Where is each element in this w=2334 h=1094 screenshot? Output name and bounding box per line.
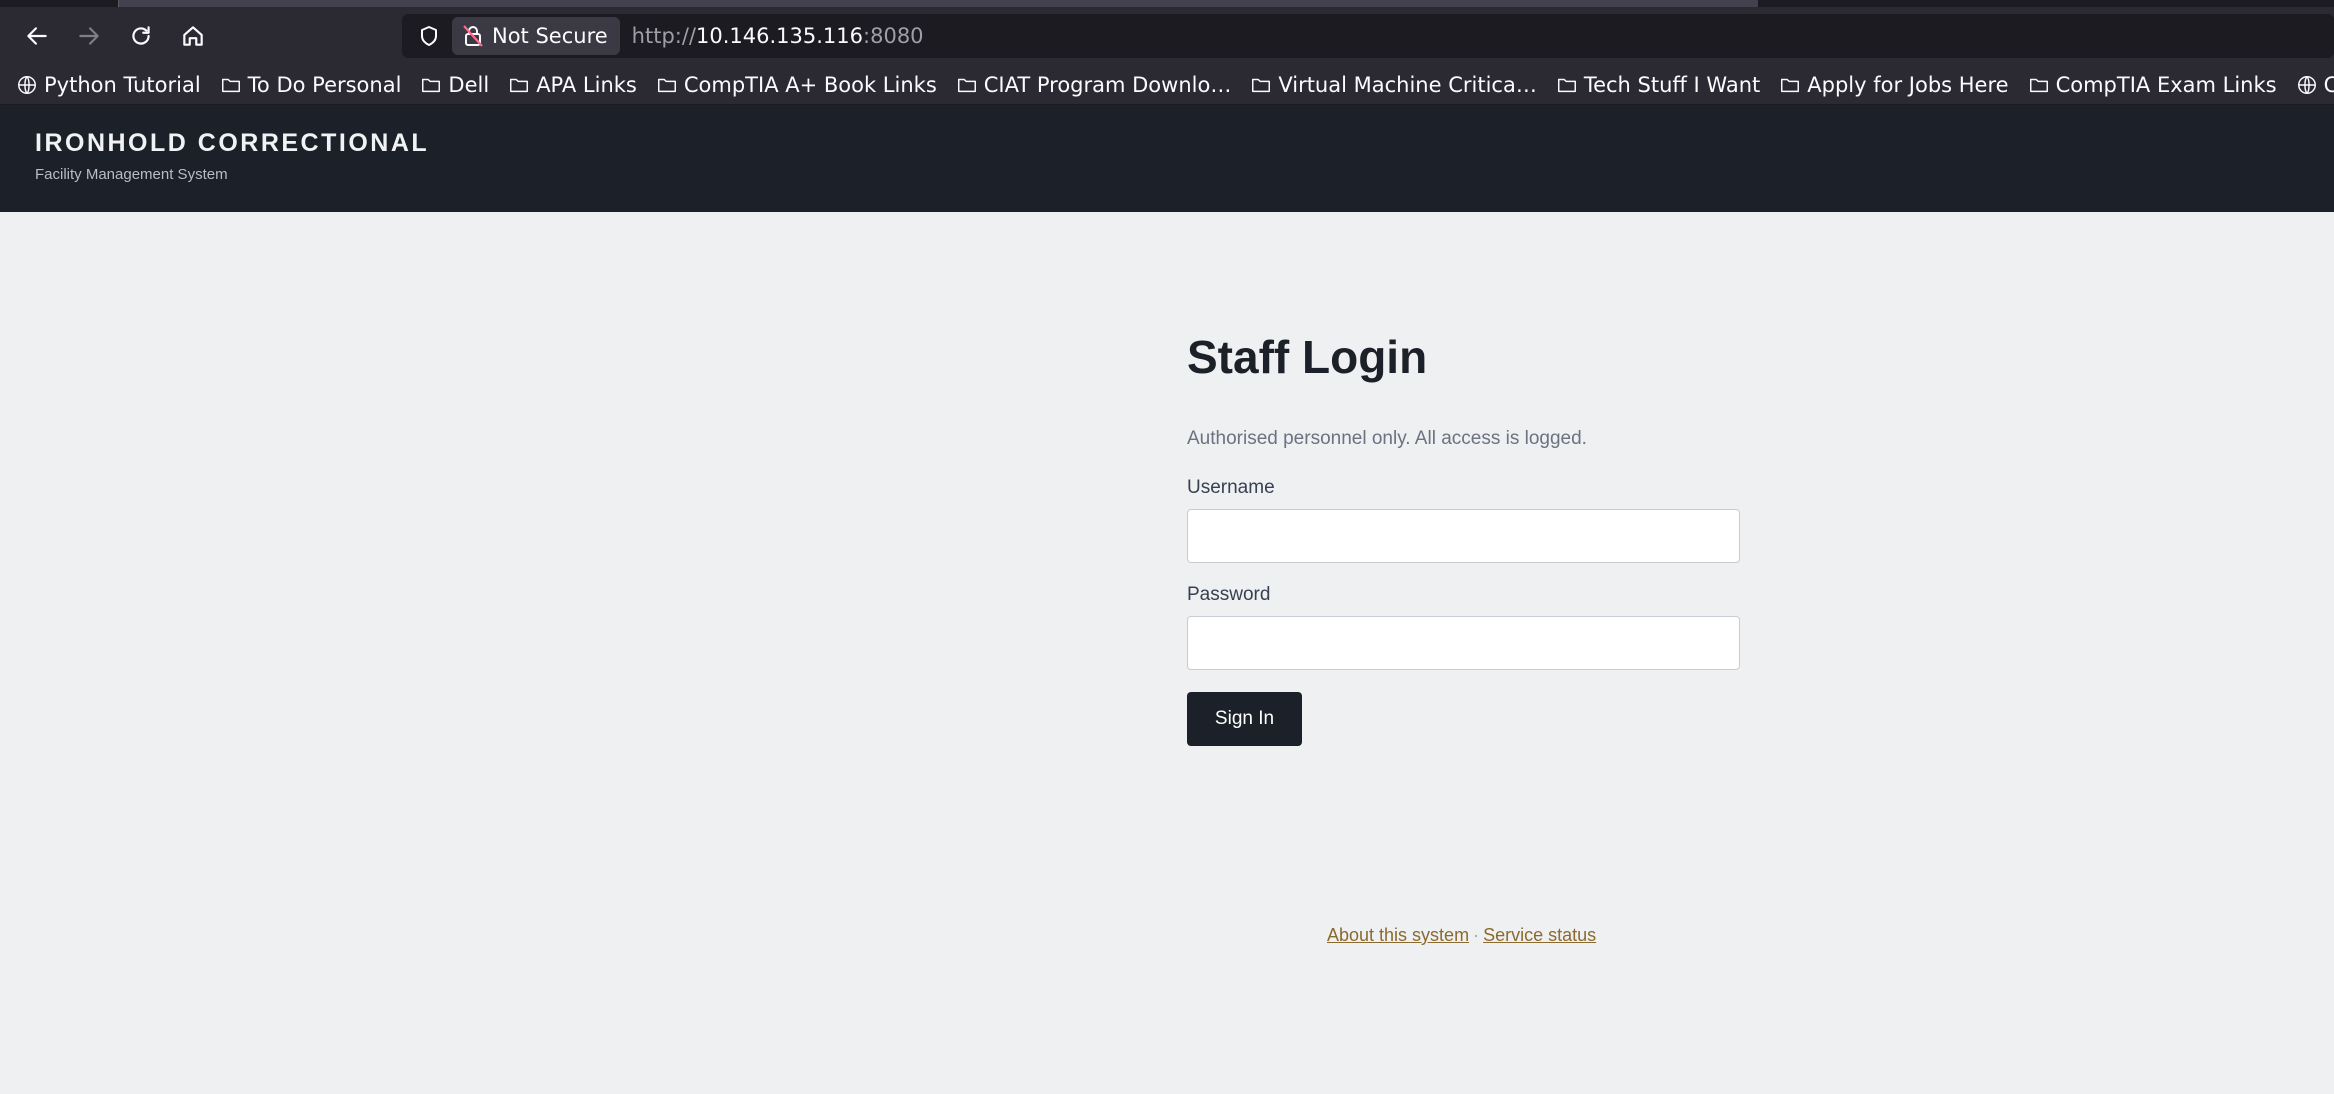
service-status-link[interactable]: Service status (1483, 925, 1596, 945)
bookmark-label: APA Links (536, 72, 637, 97)
reload-button[interactable] (118, 13, 164, 59)
bookmarks-toolbar: Python Tutorial To Do Personal Dell APA … (0, 65, 2334, 105)
folder-icon (957, 78, 976, 92)
tab-strip (0, 0, 2334, 7)
folder-icon (1781, 78, 1800, 92)
forward-arrow-icon (79, 27, 99, 45)
back-arrow-icon (27, 27, 47, 45)
bookmark-label: CSAC - Student I (2324, 73, 2334, 97)
page-content: Staff Login Authorised personnel only. A… (0, 212, 2334, 1094)
tracking-protection-button[interactable] (414, 21, 444, 51)
password-label: Password (1187, 584, 1271, 605)
page-title: Staff Login (1187, 331, 1428, 383)
url-port: :8080 (863, 24, 924, 48)
url-scheme: http:// (631, 24, 697, 48)
bookmark-label: Virtual Machine Critica… (1278, 72, 1537, 97)
bookmark-label: To Do Personal (247, 72, 402, 97)
bookmark-python-tutorial[interactable]: Python Tutorial (16, 73, 201, 97)
forward-button[interactable] (66, 13, 112, 59)
home-icon (183, 26, 203, 46)
bookmark-comptia-exam-links[interactable]: CompTIA Exam Links (2028, 73, 2277, 97)
globe-icon (18, 75, 36, 94)
bookmark-label: Dell (448, 72, 490, 97)
bookmark-apa-links[interactable]: APA Links (508, 73, 637, 97)
bookmark-csac-student[interactable]: CSAC - Student I (2296, 73, 2334, 97)
active-tab[interactable] (118, 0, 1758, 7)
not-secure-label: Not Secure (492, 24, 608, 48)
bookmark-label: Python Tutorial (44, 72, 201, 97)
reload-icon (132, 26, 150, 45)
password-input[interactable] (1187, 616, 1740, 670)
username-label: Username (1187, 477, 1275, 498)
bookmark-label: CIAT Program Downlo… (983, 72, 1232, 97)
access-notice: Authorised personnel only. All access is… (1187, 428, 1587, 449)
bookmark-comptia-a-book-links[interactable]: CompTIA A+ Book Links (656, 73, 937, 97)
folder-icon (2029, 78, 2048, 92)
brand-title: IRONHOLD CORRECTIONAL (35, 129, 430, 157)
username-input[interactable] (1187, 509, 1740, 563)
browser-chrome: Not Secure http://10.146.135.116:8080 Py… (0, 0, 2334, 105)
folder-icon (510, 78, 529, 92)
bookmark-ciat-program-downloads[interactable]: CIAT Program Downlo… (956, 72, 1232, 97)
bookmark-label: Tech Stuff I Want (1583, 72, 1761, 97)
bookmark-apply-for-jobs-here[interactable]: Apply for Jobs Here (1779, 72, 2009, 97)
site-header: IRONHOLD CORRECTIONAL Facility Managemen… (0, 105, 2334, 212)
folder-icon (1557, 78, 1576, 92)
folder-icon (1252, 78, 1271, 92)
folder-icon (422, 78, 441, 92)
folder-icon (221, 78, 240, 92)
brand-subtitle: Facility Management System (35, 166, 228, 183)
back-button[interactable] (14, 13, 60, 59)
insecure-lock-icon (463, 25, 483, 47)
footer-separator: · (1473, 925, 1480, 945)
site-security-indicator[interactable]: Not Secure (452, 17, 620, 55)
bookmark-to-do-personal[interactable]: To Do Personal (220, 72, 402, 97)
bookmark-dell[interactable]: Dell (420, 73, 489, 97)
shield-icon (421, 26, 437, 46)
bookmark-label: CompTIA A+ Book Links (683, 72, 937, 97)
folder-icon (657, 78, 676, 92)
bookmark-label: Apply for Jobs Here (1807, 72, 2009, 97)
login-form: Staff Login Authorised personnel only. A… (1187, 330, 1740, 746)
home-button[interactable] (170, 13, 216, 59)
about-system-link[interactable]: About this system (1327, 925, 1469, 945)
url-host: 10.146.135.116 (696, 24, 864, 48)
bookmark-virtual-machine-critical[interactable]: Virtual Machine Critica… (1250, 73, 1537, 97)
footer-links: About this system · Service status (1327, 925, 1596, 946)
browser-toolbar: Not Secure http://10.146.135.116:8080 (0, 7, 2334, 65)
sign-in-button[interactable]: Sign In (1187, 692, 1302, 746)
address-bar[interactable]: Not Secure http://10.146.135.116:8080 (402, 14, 2334, 58)
bookmark-tech-stuff-i-want[interactable]: Tech Stuff I Want (1556, 73, 1760, 97)
url-text[interactable]: http://10.146.135.116:8080 (632, 24, 924, 48)
bookmark-label: CompTIA Exam Links (2055, 72, 2277, 97)
globe-icon (2297, 75, 2316, 94)
